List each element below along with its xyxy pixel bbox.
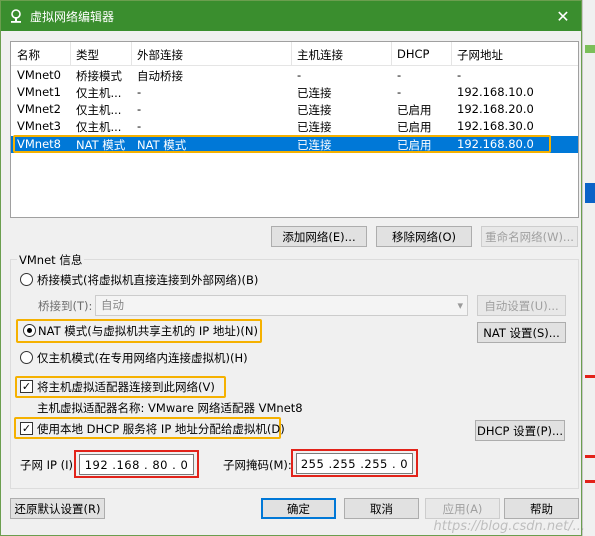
network-list[interactable]: 名称 类型 外部连接 主机连接 DHCP 子网地址 VMnet0 桥接模式 自动… [10,41,579,218]
remove-network-button[interactable]: 移除网络(O) [376,226,472,247]
add-network-button[interactable]: 添加网络(E)... [271,226,367,247]
connect-adapter-checkbox[interactable]: ✓ [20,380,33,393]
cell-subnet: - [457,68,462,82]
cell-name: VMnet3 [17,119,61,133]
adapter-name-label: 主机虚拟适配器名称: VMware 网络适配器 VMnet8 [37,401,303,415]
subnet-ip-label: 子网 IP (I): [20,458,77,472]
table-row[interactable]: VMnet0 桥接模式 自动桥接 - - - [11,67,578,84]
cell-dhcp: - [397,68,402,82]
use-dhcp-label[interactable]: 使用本地 DHCP 服务将 IP 地址分配给虚拟机(D) [37,421,285,437]
column-header-subnet[interactable]: 子网地址 [457,47,503,63]
cell-host: 已连接 [297,103,332,117]
bridged-mode-label[interactable]: 桥接模式(将虚拟机直接连接到外部网络)(B) [37,272,258,288]
host-only-label[interactable]: 仅主机模式(在专用网络内连接虚拟机)(H) [37,350,248,366]
cell-name: VMnet0 [17,68,61,82]
host-only-radio[interactable] [20,351,33,364]
background-window-edge [582,0,595,536]
cancel-button[interactable]: 取消 [344,498,419,519]
ok-button[interactable]: 确定 [261,498,336,519]
subnet-mask-input[interactable]: 255 .255 .255 . 0 [296,453,413,474]
close-icon[interactable]: ✕ [545,1,581,31]
use-dhcp-checkbox[interactable]: ✓ [20,422,33,435]
bridge-to-select[interactable]: 自动 ▾ [95,295,468,316]
connect-adapter-label[interactable]: 将主机虚拟适配器连接到此网络(V) [37,379,215,395]
column-header-type[interactable]: 类型 [76,47,99,63]
cell-external: - [137,85,142,99]
vmware-app-icon [8,8,24,24]
column-header-dhcp[interactable]: DHCP [397,47,429,61]
nat-settings-button[interactable]: NAT 设置(S)... [477,322,566,343]
dhcp-settings-button[interactable]: DHCP 设置(P)... [475,420,565,441]
cell-external: - [137,119,142,133]
column-header-name[interactable]: 名称 [17,47,40,63]
cell-host: 已连接 [297,86,332,100]
column-header-external[interactable]: 外部连接 [137,47,183,63]
rename-network-button[interactable]: 重命名网络(W)... [481,226,578,247]
table-row[interactable]: VMnet3 仅主机... - 已连接 已启用 192.168.30.0 [11,118,578,135]
auto-settings-button[interactable]: 自动设置(U)... [477,295,566,316]
subnet-ip-input[interactable]: 192 .168 . 80 . 0 [79,454,194,475]
cell-name: VMnet1 [17,85,61,99]
cell-subnet: 192.168.20.0 [457,102,534,116]
virtual-network-editor-window: 虚拟网络编辑器 ✕ 名称 类型 外部连接 主机连接 DHCP 子网地址 VMne… [0,0,582,536]
cell-external: - [137,102,142,116]
cell-dhcp: - [397,85,402,99]
bridge-to-label: 桥接到(T): [38,299,93,313]
nat-mode-radio[interactable] [23,324,36,337]
cell-type: 仅主机... [76,120,122,134]
cell-name: VMnet2 [17,102,61,116]
cell-subnet: 192.168.10.0 [457,85,534,99]
cell-external: 自动桥接 [137,69,183,83]
cell-dhcp: 已启用 [397,103,432,117]
title-bar[interactable]: 虚拟网络编辑器 ✕ [1,1,581,31]
watermark-text: https://blog.csdn.net/... [433,519,585,534]
window-title: 虚拟网络编辑器 [30,9,115,24]
column-header-host[interactable]: 主机连接 [297,47,343,63]
vmnet-info-label: VMnet 信息 [17,252,85,268]
cell-type: 仅主机... [76,103,122,117]
cell-type: 仅主机... [76,86,122,100]
nat-mode-label[interactable]: NAT 模式(与虚拟机共享主机的 IP 地址)(N) [38,323,258,339]
bridge-to-value: 自动 [101,298,124,312]
help-button[interactable]: 帮助 [504,498,579,519]
network-list-header: 名称 类型 外部连接 主机连接 DHCP 子网地址 [11,42,578,66]
chevron-down-icon: ▾ [457,299,463,312]
bridged-mode-radio[interactable] [20,273,33,286]
cell-host: 已连接 [297,120,332,134]
table-row[interactable]: VMnet1 仅主机... - 已连接 - 192.168.10.0 [11,84,578,101]
apply-button[interactable]: 应用(A) [425,498,500,519]
cell-type: 桥接模式 [76,69,122,83]
table-row[interactable]: VMnet2 仅主机... - 已连接 已启用 192.168.20.0 [11,101,578,118]
restore-defaults-button[interactable]: 还原默认设置(R) [10,498,105,519]
selected-row-highlight [13,135,551,153]
subnet-mask-label: 子网掩码(M): [223,458,292,472]
cell-subnet: 192.168.30.0 [457,119,534,133]
cell-host: - [297,68,302,82]
cell-dhcp: 已启用 [397,120,432,134]
